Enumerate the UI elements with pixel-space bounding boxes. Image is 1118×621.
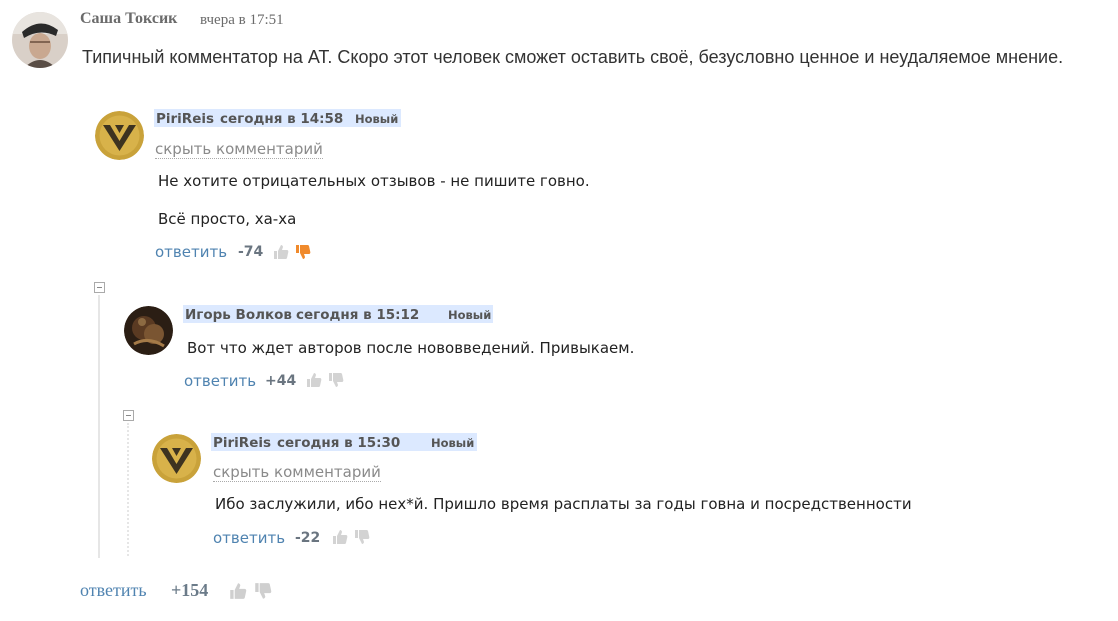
hide-comment-link[interactable]: скрыть комментарий — [213, 463, 381, 482]
thumbs-up-icon[interactable] — [228, 581, 247, 600]
comment-score: +154 — [171, 580, 209, 600]
author-name[interactable]: Саша Токсик — [80, 10, 177, 28]
new-badge: Новый — [431, 436, 475, 450]
reply-link[interactable]: ответить — [213, 529, 285, 547]
author-name[interactable]: PiriReis — [213, 435, 271, 451]
thumbs-up-icon[interactable] — [272, 243, 289, 260]
reply-link[interactable]: ответить — [80, 580, 147, 601]
thumbs-up-icon[interactable] — [331, 528, 348, 545]
comment-time[interactable]: сегодня в 14:58 — [220, 111, 343, 127]
new-badge: Новый — [448, 308, 492, 322]
comment-score: +44 — [265, 373, 297, 389]
new-badge: Новый — [355, 112, 399, 126]
comment-text: Типичный комментатор на АТ. Скоро этот ч… — [82, 47, 1064, 67]
comment-score: -74 — [238, 244, 264, 260]
thumbs-up-icon[interactable] — [305, 371, 322, 388]
reply-link[interactable]: ответить — [184, 372, 256, 390]
thumbs-down-icon[interactable] — [353, 529, 370, 546]
avatar-igor[interactable] — [124, 306, 173, 355]
comment-text: Ибо заслужили, ибо нех*й. Пришло время р… — [215, 495, 912, 513]
thread-line — [98, 295, 100, 558]
comment-text: Вот что ждет авторов после нововведений.… — [187, 339, 635, 357]
comment-time[interactable]: сегодня в 15:12 — [296, 307, 419, 323]
hide-comment-link[interactable]: скрыть комментарий — [155, 140, 323, 159]
collapse-icon[interactable] — [123, 410, 134, 421]
thumbs-down-icon[interactable] — [294, 244, 311, 261]
thumbs-down-icon[interactable] — [253, 582, 272, 601]
comment-text: Всё просто, ха-ха — [158, 210, 297, 228]
author-name[interactable]: Игорь Волков — [185, 307, 292, 323]
comment-text: Не хотите отрицательных отзывов - не пиш… — [158, 172, 590, 190]
thread-line — [127, 423, 129, 556]
avatar-sasha[interactable] — [12, 12, 68, 68]
thumbs-down-icon[interactable] — [327, 372, 344, 389]
comment-score: -22 — [295, 530, 321, 546]
reply-link[interactable]: ответить — [155, 243, 227, 261]
collapse-icon[interactable] — [94, 282, 105, 293]
author-name[interactable]: PiriReis — [156, 111, 214, 127]
avatar-pirireis[interactable] — [152, 434, 201, 483]
comment-time[interactable]: вчера в 17:51 — [200, 12, 284, 29]
comment-time[interactable]: сегодня в 15:30 — [277, 435, 400, 451]
avatar-pirireis[interactable] — [95, 111, 144, 160]
